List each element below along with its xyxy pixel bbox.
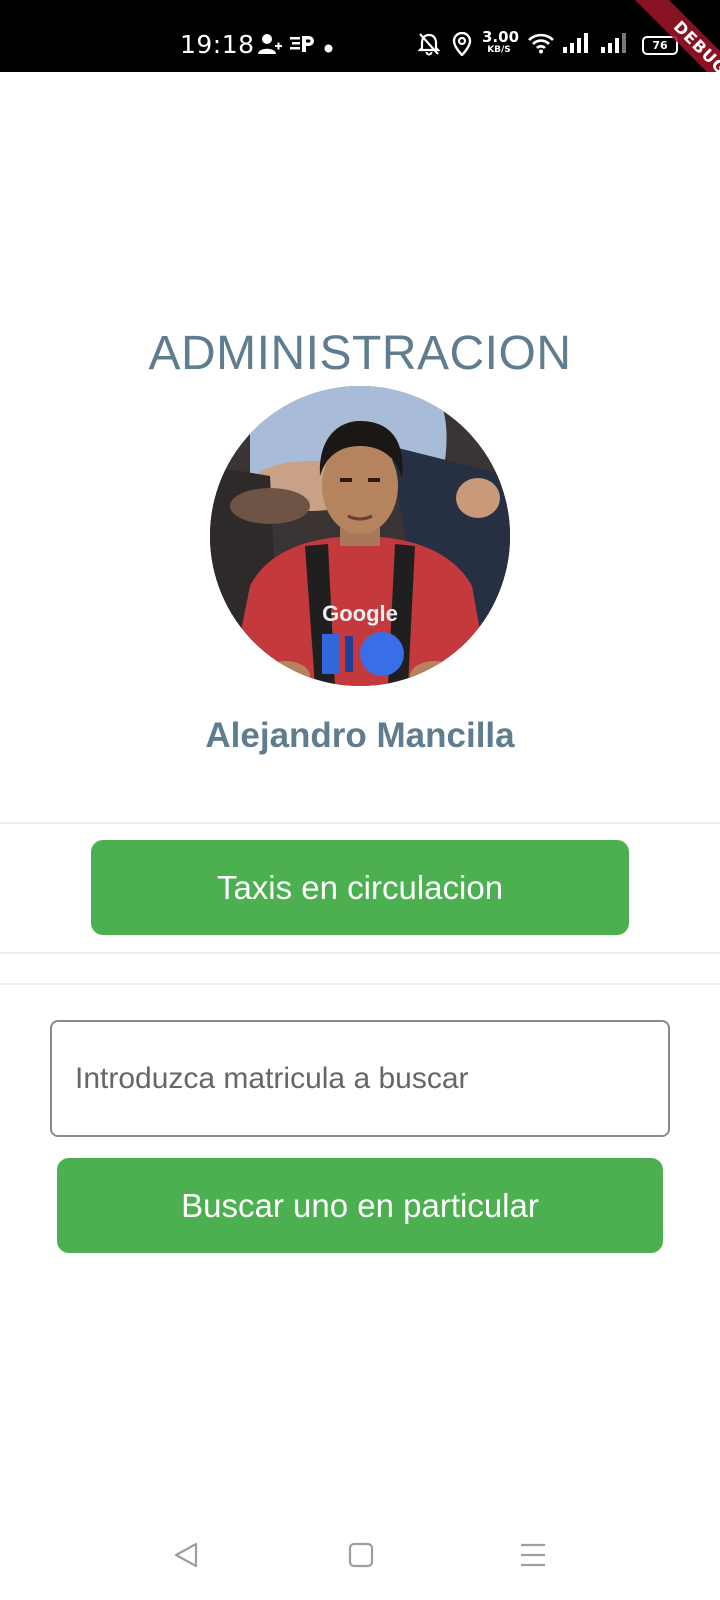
- divider: [0, 952, 720, 954]
- divider: [0, 983, 720, 985]
- divider: [0, 822, 720, 824]
- plate-search-input[interactable]: [52, 1022, 668, 1135]
- svg-text:Google: Google: [322, 601, 398, 626]
- avatar: Google: [210, 386, 510, 686]
- taxis-in-circulation-button[interactable]: Taxis en circulacion: [91, 840, 629, 935]
- parking-icon: [290, 32, 316, 61]
- wifi-icon: [528, 32, 554, 59]
- signal-icon: [600, 32, 626, 59]
- network-speed: 3.00 KB/S: [482, 28, 520, 55]
- add-contact-icon: [258, 32, 282, 61]
- battery-icon: 76: [642, 36, 678, 55]
- home-icon[interactable]: [346, 1540, 376, 1575]
- bell-off-icon: [417, 32, 441, 61]
- menu-icon[interactable]: [518, 1540, 548, 1575]
- navigation-bar: [0, 1520, 720, 1600]
- search-one-button[interactable]: Buscar uno en particular: [57, 1158, 663, 1253]
- plate-search-field[interactable]: [50, 1020, 670, 1137]
- page-title: ADMINISTRACION: [148, 327, 572, 380]
- signal-icon: [562, 32, 588, 59]
- dot-icon: [324, 40, 333, 58]
- debug-banner: DEBUG: [620, 0, 720, 72]
- location-icon: [452, 31, 472, 61]
- status-bar: 19:18 3.00 KB/S 76 DEBUG: [0, 0, 720, 72]
- user-name: Alejandro Mancilla: [205, 716, 515, 755]
- status-time: 19:18: [180, 30, 255, 59]
- back-icon[interactable]: [172, 1540, 202, 1575]
